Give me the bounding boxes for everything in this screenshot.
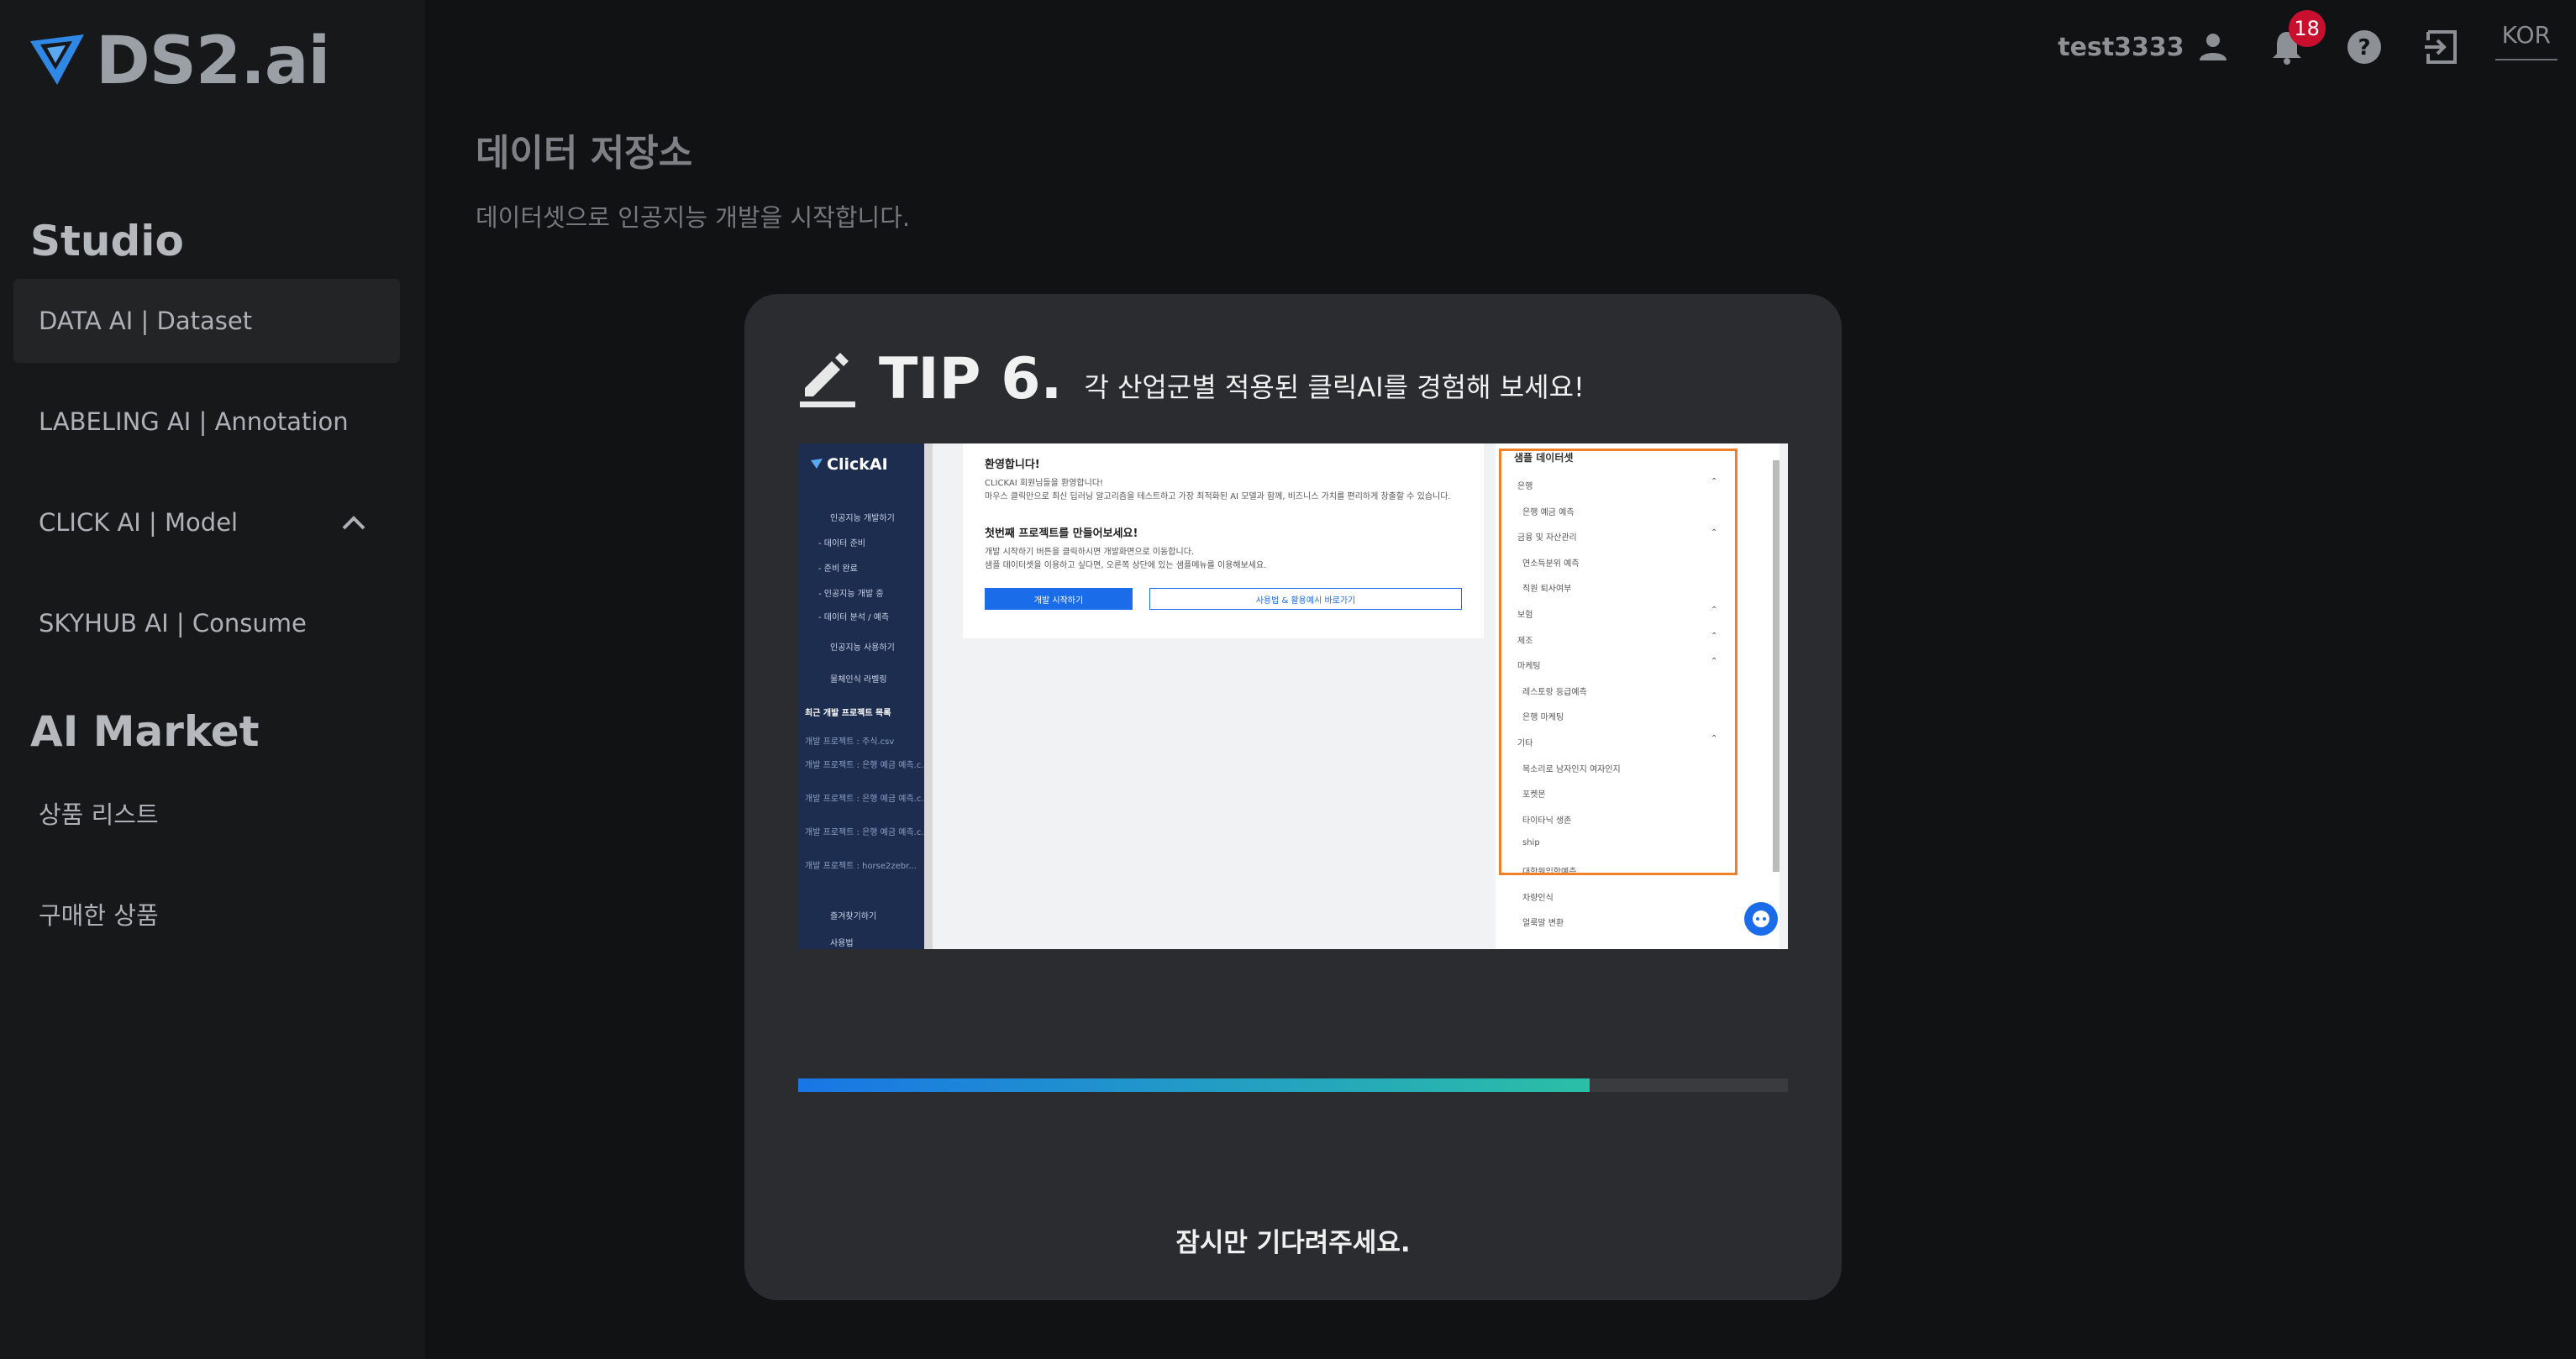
loading-message: 잠시만 기다려주세요. bbox=[1175, 1228, 1411, 1258]
bell-icon[interactable]: 18 bbox=[2267, 10, 2326, 67]
sidebar-item-click-ai[interactable]: CLICK AI | Model bbox=[13, 480, 400, 564]
page-title: 데이터 저장소 bbox=[476, 132, 693, 175]
tip-text: 각 산업군별 적용된 클릭AI를 경험해 보세요! bbox=[1084, 371, 1585, 403]
username[interactable]: test3333 bbox=[2058, 33, 2184, 62]
sidebar-item-label: LABELING AI | Annotation bbox=[39, 407, 349, 436]
preview-project-line: 개발 시작하기 버튼을 클릭하시면 개발화면으로 이동합니다. bbox=[985, 548, 1195, 557]
sidebar-item-product-list[interactable]: 상품 리스트 bbox=[13, 771, 400, 855]
sidebar-item-skyhub-ai[interactable]: SKYHUB AI | Consume bbox=[13, 581, 400, 665]
language-selector[interactable]: KOR bbox=[2495, 21, 2558, 60]
preview-welcome-line: 마우스 클릭만으로 최신 딥러닝 알고리즘을 테스트하고 가장 최적화된 AI … bbox=[985, 492, 1451, 501]
preview-menu-item: - 데이터 분석 / 예측 bbox=[818, 613, 890, 622]
sidebar: DS2.ai Studio DATA AI | Dataset LABELING… bbox=[0, 0, 425, 1359]
preview-menu-item: - 데이터 준비 bbox=[818, 539, 865, 548]
preview-recent-title: 최근 개발 프로젝트 목록 bbox=[805, 709, 891, 718]
top-bar: test3333 18 ? KOR bbox=[2058, 10, 2576, 74]
logo-text: DS2.ai bbox=[96, 24, 330, 99]
preview-recent-item: 개발 프로젝트 : 은행 예금 예측.c... bbox=[805, 761, 929, 770]
preview-sidebar: ClickAI 인공지능 개발하기 - 데이터 준비 - 준비 완료 - 인공지… bbox=[798, 443, 929, 949]
sidebar-item-label: 구매한 상품 bbox=[39, 901, 159, 930]
progress-fill bbox=[798, 1078, 1590, 1092]
preview-recent-item: 개발 프로젝트 : horse2zebr... bbox=[805, 862, 917, 871]
preview-menu-item: 물체인식 라벨링 bbox=[830, 675, 887, 685]
preview-recent-item: 개발 프로젝트 : 은행 예금 예측.c... bbox=[805, 828, 929, 837]
sidebar-item-data-ai[interactable]: DATA AI | Dataset bbox=[13, 279, 400, 363]
brand-logo[interactable]: DS2.ai bbox=[29, 24, 330, 99]
user-icon[interactable] bbox=[2196, 30, 2230, 64]
sidebar-item-label: 상품 리스트 bbox=[39, 800, 159, 829]
notification-badge: 18 bbox=[2288, 10, 2326, 47]
section-title-ai-market: AI Market bbox=[30, 707, 260, 756]
preview-project-title: 첫번째 프로젝트를 만들어보세요! bbox=[985, 527, 1138, 540]
preview-app-name: ClickAI bbox=[827, 455, 888, 474]
preview-logo-icon bbox=[810, 457, 823, 473]
page-subtitle: 데이터셋으로 인공지능 개발을 시작합니다. bbox=[476, 203, 911, 232]
section-title-studio: Studio bbox=[30, 217, 184, 265]
pencil-icon bbox=[798, 344, 857, 408]
preview-menu-item: - 준비 완료 bbox=[818, 564, 858, 574]
preview-menu-item: 인공지능 개발하기 bbox=[830, 514, 895, 523]
preview-scrollbar bbox=[924, 443, 933, 949]
preview-recent-item: 개발 프로젝트 : 은행 예금 예측.c... bbox=[805, 795, 929, 804]
preview-sample-item: 차량인식 bbox=[1522, 893, 1553, 903]
preview-panel-scrollbar bbox=[1773, 460, 1780, 872]
sidebar-item-label: CLICK AI | Model bbox=[39, 508, 239, 537]
tip-screenshot: ClickAI 인공지능 개발하기 - 데이터 준비 - 준비 완료 - 인공지… bbox=[798, 443, 1788, 949]
preview-side-bottom: 즐겨찾기하기 bbox=[830, 912, 877, 921]
logout-icon[interactable] bbox=[2421, 27, 2462, 67]
loading-tip-modal: TIP 6. 각 산업군별 적용된 클릭AI를 경험해 보세요! ClickAI… bbox=[744, 294, 1842, 1300]
chevron-up-icon[interactable] bbox=[341, 509, 366, 538]
sidebar-item-label: DATA AI | Dataset bbox=[39, 307, 253, 335]
loading-progress-bar bbox=[798, 1078, 1788, 1092]
preview-sample-item: 얼룩말 변환 bbox=[1522, 919, 1564, 929]
sidebar-item-purchased[interactable]: 구매한 상품 bbox=[13, 872, 400, 956]
logo-icon bbox=[29, 33, 87, 90]
preview-welcome-card: 환영합니다! CLICKAI 회원님들을 환영합니다! 마우스 클릭만으로 최신… bbox=[963, 443, 1484, 638]
chat-icon bbox=[1744, 902, 1778, 936]
preview-recent-item: 개발 프로젝트 : 주식.csv bbox=[805, 737, 895, 747]
preview-project-line: 샘플 데이터셋을 이용하고 싶다면, 오른쪽 상단에 있는 샘플메뉴를 이용해보… bbox=[985, 561, 1267, 570]
tip-header: TIP 6. 각 산업군별 적용된 클릭AI를 경험해 보세요! bbox=[798, 344, 1585, 408]
highlight-box bbox=[1499, 449, 1737, 875]
preview-side-bottom: 사용법 bbox=[830, 939, 854, 948]
sidebar-item-label: SKYHUB AI | Consume bbox=[39, 609, 307, 638]
preview-sample-button: 사용법 & 활용예시 바로가기 bbox=[1149, 588, 1462, 610]
svg-text:?: ? bbox=[2358, 35, 2370, 60]
preview-menu-item: - 인공지능 개발 중 bbox=[818, 590, 884, 599]
preview-welcome-title: 환영합니다! bbox=[985, 459, 1040, 471]
help-icon[interactable]: ? bbox=[2344, 27, 2384, 67]
preview-start-button: 개발 시작하기 bbox=[985, 588, 1133, 610]
preview-welcome-line: CLICKAI 회원님들을 환영합니다! bbox=[985, 479, 1104, 488]
sidebar-item-labeling-ai[interactable]: LABELING AI | Annotation bbox=[13, 380, 400, 464]
preview-menu-item: 인공지능 사용하기 bbox=[830, 643, 895, 653]
tip-number: TIP 6. bbox=[879, 346, 1063, 412]
